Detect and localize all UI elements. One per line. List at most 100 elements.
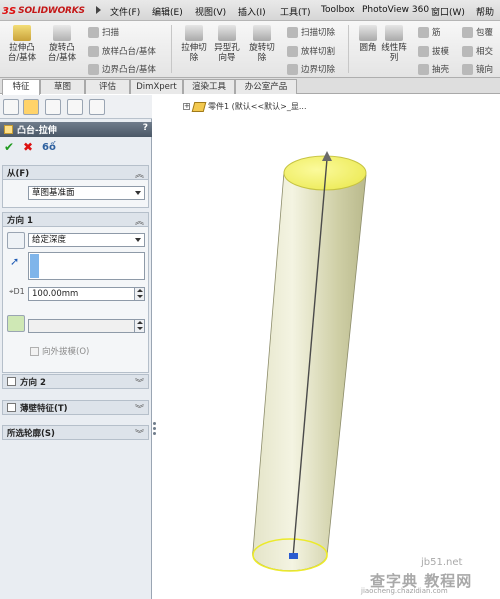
shell-button[interactable]: 抽壳 bbox=[418, 62, 449, 76]
start-condition-value: 草图基准面 bbox=[32, 188, 75, 198]
expand-chevron-icon[interactable]: ︾ bbox=[135, 402, 144, 415]
rib-button[interactable]: 筋 bbox=[418, 25, 441, 39]
draft-outward-label: 向外拔模(O) bbox=[42, 347, 90, 357]
mirror-icon bbox=[462, 63, 473, 75]
loft-button[interactable]: 放样凸台/基体 bbox=[88, 44, 156, 58]
mirror-button[interactable]: 镜向 bbox=[462, 62, 493, 76]
draft-angle-spinner[interactable] bbox=[134, 320, 144, 332]
direction2-group-header[interactable]: 方向 2 ︾ bbox=[2, 374, 149, 389]
menu-photoview[interactable]: PhotoView 360 bbox=[362, 5, 429, 15]
menu-file[interactable]: 文件(F) bbox=[110, 5, 140, 18]
sweep-label: 扫描 bbox=[102, 28, 120, 38]
extrude-cut-icon bbox=[185, 25, 203, 41]
menu-view[interactable]: 视图(V) bbox=[195, 5, 226, 18]
extrude-boss-label: 拉伸凸 台/基体 bbox=[7, 43, 37, 63]
menu-expand-icon[interactable] bbox=[96, 6, 101, 14]
hole-wizard-button[interactable]: 异型孔 向导 bbox=[207, 23, 247, 75]
configuration-manager-icon[interactable] bbox=[45, 99, 61, 115]
feature-tree-flyout[interactable]: + 零件1 (默认<<默认>_显... bbox=[183, 101, 307, 112]
swept-cut-label: 扫描切除 bbox=[301, 28, 336, 38]
property-manager-icon[interactable] bbox=[23, 99, 39, 115]
end-condition-select[interactable]: 给定深度 bbox=[28, 233, 145, 247]
direction-vector-list[interactable] bbox=[28, 252, 145, 280]
expand-plus-icon[interactable]: + bbox=[183, 103, 190, 110]
draft-label: 拔模 bbox=[432, 47, 450, 57]
graphics-area[interactable] bbox=[157, 95, 500, 599]
property-manager-actions: ✔ ✖ 6ố bbox=[0, 138, 152, 158]
linear-pattern-button[interactable]: 线性阵 列 bbox=[374, 23, 414, 75]
draft-angle-input[interactable] bbox=[28, 319, 145, 333]
from-group-header[interactable]: 从(F) ︽ bbox=[2, 165, 149, 180]
intersect-button[interactable]: 相交 bbox=[462, 44, 493, 58]
menu-edit[interactable]: 编辑(E) bbox=[152, 5, 183, 18]
depth-input[interactable]: 100.00mm bbox=[28, 287, 145, 301]
menu-help[interactable]: 帮助 bbox=[476, 5, 494, 18]
swept-cut-button[interactable]: 扫描切除 bbox=[287, 25, 335, 39]
toolbar-divider bbox=[171, 25, 172, 73]
sketch-origin-marker-icon bbox=[289, 553, 298, 559]
property-manager-title: 凸台-拉伸 bbox=[17, 126, 57, 136]
menu-toolbox[interactable]: Toolbox bbox=[321, 5, 355, 15]
help-button[interactable]: ? bbox=[143, 123, 148, 133]
command-manager-tabs: 特征 草图 评估 DimXpert 渲染工具 办公室产品 bbox=[0, 78, 500, 95]
chevron-down-icon bbox=[135, 238, 141, 242]
boundary-cut-label: 边界切除 bbox=[301, 65, 336, 75]
direction2-checkbox[interactable] bbox=[7, 377, 16, 386]
wrap-button[interactable]: 包覆 bbox=[462, 25, 493, 39]
revolve-cut-label: 旋转切 除 bbox=[249, 43, 275, 63]
lofted-cut-button[interactable]: 放样切割 bbox=[287, 44, 335, 58]
thin-feature-title: 薄壁特征(T) bbox=[20, 403, 68, 414]
depth-dimension-icon: ⌖D1 bbox=[9, 287, 25, 296]
direction1-title: 方向 1 bbox=[7, 215, 33, 226]
tab-dimxpert[interactable]: DimXpert bbox=[130, 79, 183, 94]
depth-spinner[interactable] bbox=[134, 288, 144, 300]
hole-wizard-label: 异型孔 向导 bbox=[214, 43, 240, 63]
start-condition-select[interactable]: 草图基准面 bbox=[28, 186, 145, 200]
menu-tools[interactable]: 工具(T) bbox=[280, 5, 311, 18]
ok-check-icon[interactable]: ✔ bbox=[4, 141, 14, 154]
checkbox-box bbox=[30, 346, 39, 356]
depth-value: 100.00mm bbox=[32, 289, 79, 299]
draft-toggle-button[interactable] bbox=[7, 315, 25, 332]
tab-evaluate[interactable]: 评估 bbox=[85, 79, 130, 94]
detailed-preview-icon[interactable]: 6ố bbox=[42, 141, 56, 154]
direction1-group-header[interactable]: 方向 1 ︽ bbox=[2, 212, 149, 227]
chevron-down-icon bbox=[135, 191, 141, 195]
cancel-x-icon[interactable]: ✖ bbox=[23, 141, 33, 154]
watermark-url: jiaocheng.chazidian.com bbox=[361, 587, 448, 595]
collapse-chevron-icon[interactable]: ︽ bbox=[135, 214, 144, 227]
feature-manager-icon[interactable] bbox=[3, 99, 19, 115]
boundary-cut-button[interactable]: 边界切除 bbox=[287, 62, 335, 76]
selected-contours-title: 所选轮廓(S) bbox=[7, 428, 55, 439]
ds-logo-icon: 3S bbox=[2, 5, 17, 17]
menu-window[interactable]: 窗口(W) bbox=[431, 5, 465, 18]
sweep-button[interactable]: 扫描 bbox=[88, 25, 119, 39]
tab-office-products[interactable]: 办公室产品 bbox=[235, 79, 297, 94]
collapse-chevron-icon[interactable]: ︽ bbox=[135, 167, 144, 180]
active-selection-marker bbox=[30, 254, 39, 278]
tab-features[interactable]: 特征 bbox=[2, 79, 40, 95]
revolve-boss-button[interactable]: 旋转凸 台/基体 bbox=[42, 23, 82, 75]
display-manager-icon[interactable] bbox=[89, 99, 105, 115]
menu-insert[interactable]: 插入(I) bbox=[238, 5, 266, 18]
reverse-direction-button[interactable] bbox=[7, 232, 25, 249]
hole-wizard-icon bbox=[218, 25, 236, 41]
solidworks-logo[interactable]: 3S SOLIDWORKS bbox=[2, 3, 98, 19]
feature-tree-item: 零件1 (默认<<默认>_显... bbox=[208, 102, 307, 111]
expand-chevron-icon[interactable]: ︾ bbox=[135, 376, 144, 389]
tab-render-tools[interactable]: 渲染工具 bbox=[183, 79, 235, 94]
lofted-cut-label: 放样切割 bbox=[301, 47, 336, 57]
end-condition-value: 给定深度 bbox=[32, 235, 67, 245]
draft-button[interactable]: 拔模 bbox=[418, 44, 449, 58]
draft-outward-checkbox[interactable]: 向外拔模(O) bbox=[30, 345, 89, 357]
revolve-cut-button[interactable]: 旋转切 除 bbox=[242, 23, 282, 75]
expand-chevron-icon[interactable]: ︾ bbox=[135, 427, 144, 440]
thin-feature-checkbox[interactable] bbox=[7, 403, 16, 412]
boundary-boss-button[interactable]: 边界凸台/基体 bbox=[88, 62, 156, 76]
menu-bar: 3S SOLIDWORKS 文件(F) 编辑(E) 视图(V) 插入(I) 工具… bbox=[0, 0, 500, 21]
tab-sketch[interactable]: 草图 bbox=[40, 79, 85, 94]
dimxpert-manager-icon[interactable] bbox=[67, 99, 83, 115]
selected-contours-group-header[interactable]: 所选轮廓(S) ︾ bbox=[2, 425, 149, 440]
extrude-boss-button[interactable]: 拉伸凸 台/基体 bbox=[2, 23, 42, 75]
thin-feature-group-header[interactable]: 薄壁特征(T) ︾ bbox=[2, 400, 149, 415]
